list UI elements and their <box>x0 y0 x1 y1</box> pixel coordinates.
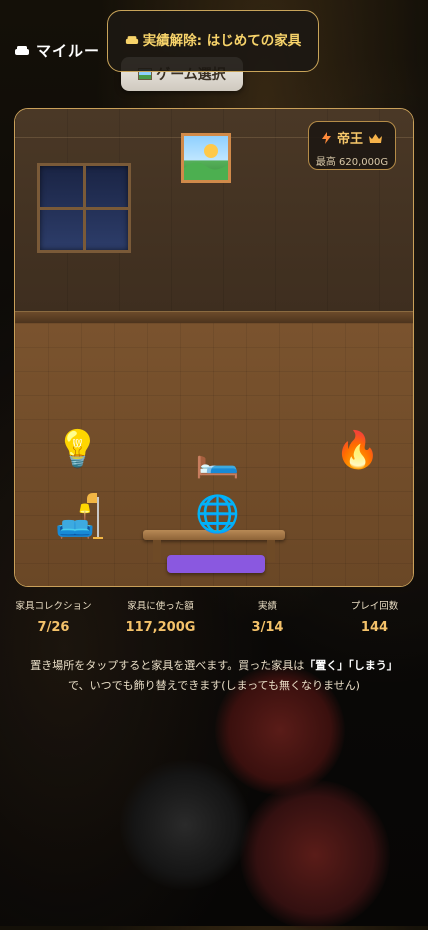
stat-spent: 家具に使った額 117,200G <box>125 601 196 635</box>
sofa-icon <box>125 35 139 46</box>
help-text: 置き場所をタップすると家具を選べます。買った家具は「置く」「しまう」 で、いつで… <box>30 659 398 692</box>
lightning-icon <box>321 131 331 144</box>
stat-play-count: プレイ回数 144 <box>350 601 399 635</box>
background-chip <box>240 780 390 930</box>
rank-title: 帝王 <box>336 132 363 147</box>
rug-slot[interactable] <box>167 555 265 573</box>
rank-badge: 帝王 最高 620,000G <box>308 121 396 170</box>
best-score: 最高 620,000G <box>315 157 389 168</box>
page-title: マイルー <box>14 40 100 61</box>
room-view: 帝王 最高 620,000G 💡 🛏️ 🔥 🛋️ 🌐 <box>14 108 414 587</box>
painting-slot[interactable] <box>181 133 231 183</box>
window <box>37 163 131 253</box>
globe-slot[interactable]: 🌐 <box>195 497 240 533</box>
achievement-toast: 実績解除: はじめての家具 <box>107 10 319 72</box>
couch-slot[interactable]: 🛋️ <box>55 493 105 543</box>
crown-icon <box>369 133 382 143</box>
fire-slot[interactable]: 🔥 <box>335 433 380 469</box>
stats-bar: 家具コレクション 7/26 家具に使った額 117,200G 実績 3/14 プ… <box>0 598 428 638</box>
stat-collection: 家具コレクション 7/26 <box>15 601 92 635</box>
bed-slot[interactable]: 🛏️ <box>195 442 240 478</box>
achievement-toast-text: 実績解除: はじめての家具 <box>142 32 302 49</box>
header: マイルー ゲーム選択 実績解除: はじめての家具 <box>0 0 428 100</box>
page-title-text: マイルー <box>36 42 101 60</box>
floor-lamp-icon <box>85 493 105 541</box>
background-chip <box>120 760 250 890</box>
sofa-icon <box>14 45 30 57</box>
light-bulb-slot[interactable]: 💡 <box>55 432 100 468</box>
stat-achievements: 実績 3/14 <box>251 601 284 635</box>
